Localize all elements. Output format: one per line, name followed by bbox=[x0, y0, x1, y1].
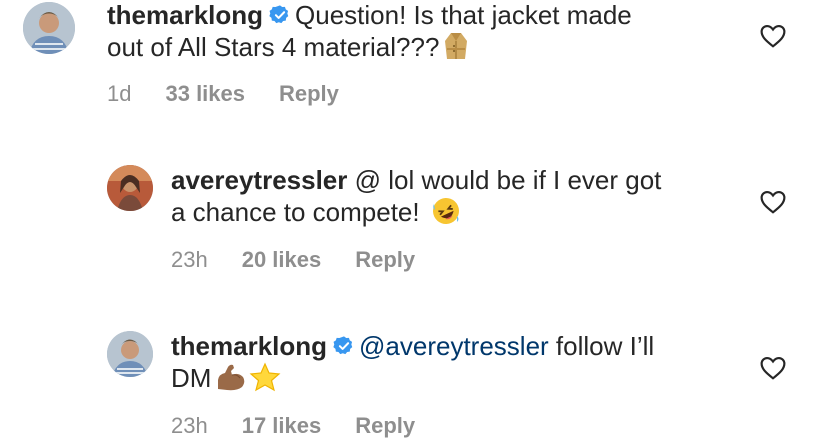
star-icon bbox=[249, 362, 281, 399]
verified-badge-icon bbox=[333, 336, 353, 355]
heart-icon[interactable] bbox=[760, 24, 786, 48]
username[interactable]: themarklong bbox=[171, 331, 327, 361]
rolling-laughing-emoji-icon bbox=[431, 196, 461, 233]
verified-badge-icon bbox=[269, 5, 289, 24]
avatar[interactable] bbox=[107, 331, 153, 377]
comment-line-2: a chance to compete! bbox=[171, 197, 420, 227]
username[interactable]: themarklong bbox=[107, 0, 263, 30]
avatar[interactable] bbox=[107, 165, 153, 211]
comment-meta: 1d 33 likes Reply bbox=[107, 80, 373, 108]
likes-count[interactable]: 20 likes bbox=[242, 247, 322, 272]
comment-meta: 23h 20 likes Reply bbox=[171, 246, 449, 274]
comment-text: avereytressler @ lol would be if I ever … bbox=[171, 164, 661, 233]
reply-button[interactable]: Reply bbox=[279, 81, 339, 106]
timestamp: 1d bbox=[107, 81, 132, 106]
likes-count[interactable]: 17 likes bbox=[242, 413, 322, 438]
avatar[interactable] bbox=[23, 2, 75, 54]
reply-button[interactable]: Reply bbox=[355, 413, 415, 438]
flexed-biceps-icon bbox=[215, 362, 247, 399]
comment-text: themarklong Question! Is that jacket made… bbox=[107, 0, 632, 68]
timestamp: 23h bbox=[171, 413, 208, 438]
comment-line-1: lol would be if I ever got bbox=[381, 165, 662, 195]
coat-emoji-icon bbox=[443, 31, 469, 68]
comment-line-2: out of All Stars 4 material??? bbox=[107, 32, 440, 62]
comment-line-1: follow I’ll bbox=[548, 331, 655, 361]
mention[interactable]: @ bbox=[355, 165, 381, 195]
heart-icon[interactable] bbox=[760, 190, 786, 214]
comment-text: themarklong @avereytressler follow I’ll D… bbox=[171, 330, 654, 399]
reply-button[interactable]: Reply bbox=[355, 247, 415, 272]
likes-count[interactable]: 33 likes bbox=[165, 81, 245, 106]
timestamp: 23h bbox=[171, 247, 208, 272]
mention-link[interactable]: @avereytressler bbox=[359, 331, 549, 361]
comment-meta: 23h 17 likes Reply bbox=[171, 412, 449, 440]
username[interactable]: avereytressler bbox=[171, 165, 347, 195]
heart-icon[interactable] bbox=[760, 356, 786, 380]
comment-line-1: Question! Is that jacket made bbox=[295, 0, 632, 30]
comment-line-2: DM bbox=[171, 363, 212, 393]
